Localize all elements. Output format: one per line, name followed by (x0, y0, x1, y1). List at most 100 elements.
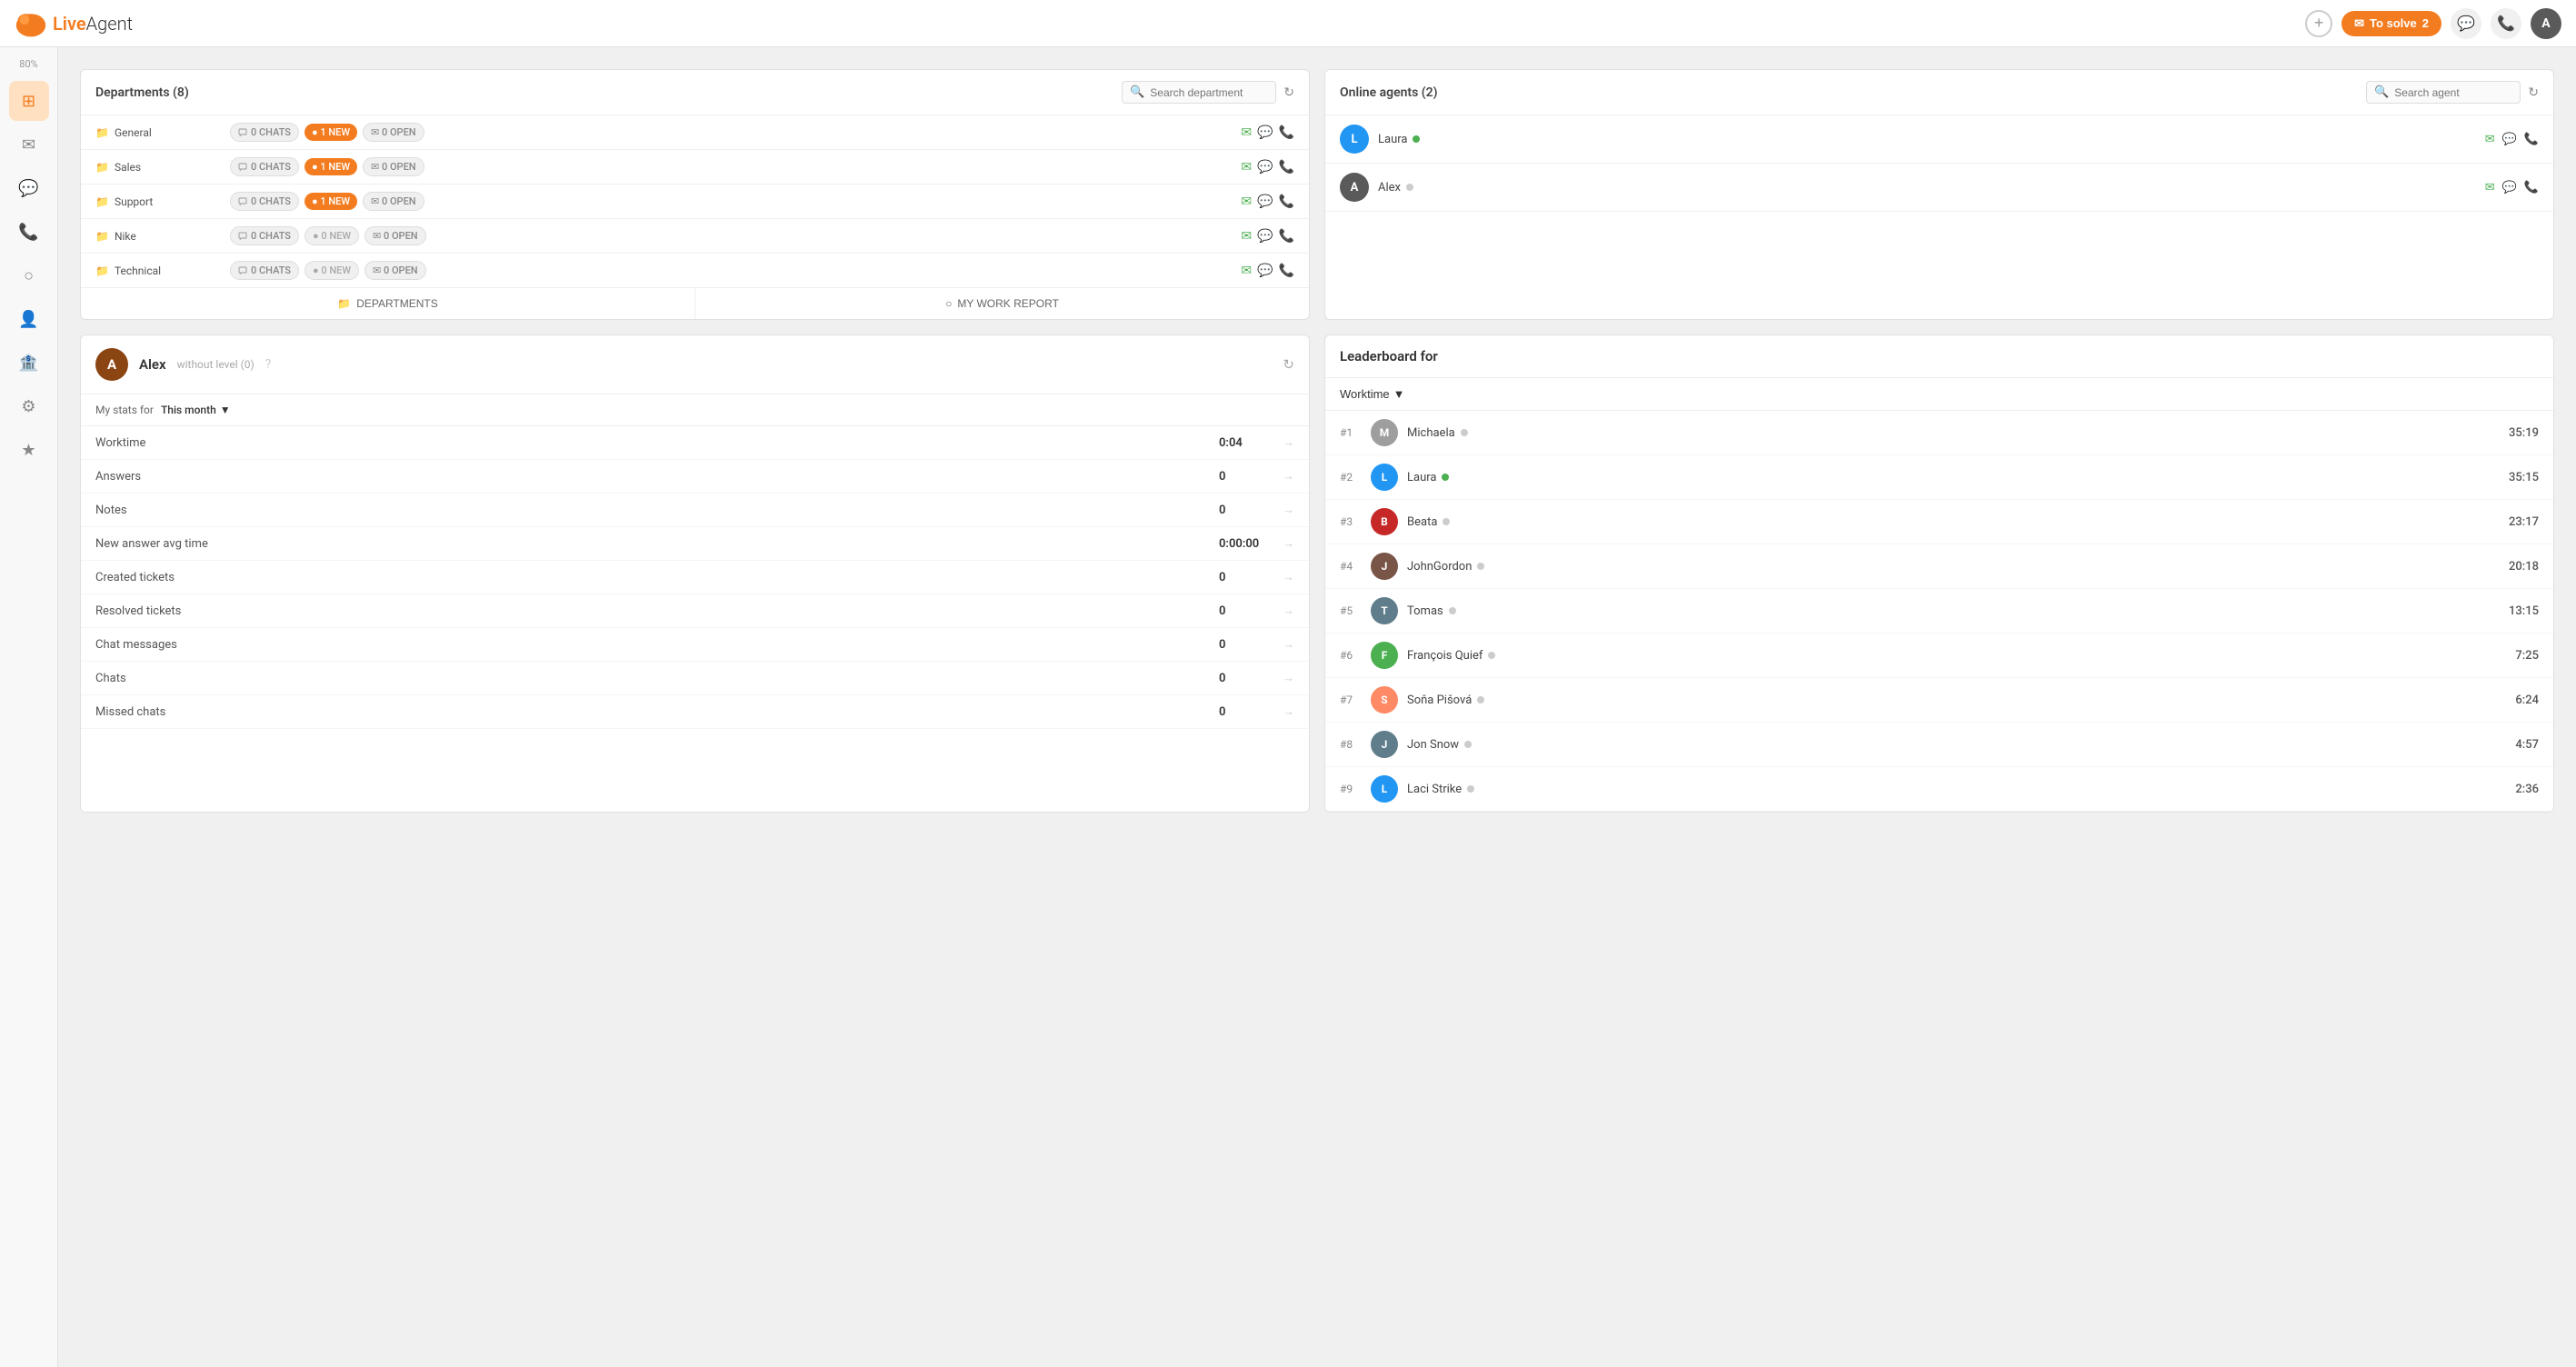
chat-action-icon[interactable]: 💬 (1257, 229, 1273, 244)
stat-value: 0:00:00 (1219, 537, 1273, 551)
sidebar-item-email[interactable]: ✉ (9, 125, 49, 165)
leaderboard-name: Jon Snow (1407, 738, 2506, 752)
open-badge: ✉ 0 OPEN (363, 192, 424, 211)
departments-footer: 📁 DEPARTMENTS ○ MY WORK REPORT (81, 287, 1309, 319)
stat-label: Answers (95, 470, 1219, 484)
leaderboard-avatar: J (1371, 731, 1398, 758)
agent-row[interactable]: A Alex ✉ 💬 📞 (1325, 164, 2553, 212)
agent-phone-icon[interactable]: 📞 (2524, 133, 2539, 146)
folder-icon: 📁 (95, 195, 109, 208)
sidebar-item-contacts[interactable]: 👤 (9, 299, 49, 339)
tosolve-label: To solve (2370, 16, 2417, 30)
agent-email-icon[interactable]: ✉ (2485, 133, 2495, 146)
agent-name: Alex (1378, 181, 2476, 195)
departments-footer-right-label: MY WORK REPORT (957, 297, 1059, 310)
chat-action-icon[interactable]: 💬 (1257, 264, 1273, 278)
sidebar-item-plugin[interactable]: ★ (9, 430, 49, 470)
sidebar-item-settings[interactable]: ⚙ (9, 386, 49, 426)
sidebar-item-dashboard[interactable]: ⊞ (9, 81, 49, 121)
stats-level: without level (0) (177, 358, 255, 371)
stat-row[interactable]: Worktime 0:04 → (81, 426, 1309, 460)
department-row[interactable]: 📁 Support 0 CHATS ● 1 NEW ✉ 0 OPEN ✉ 💬 📞 (81, 185, 1309, 219)
leaderboard-time: 6:24 (2515, 693, 2539, 707)
phone-action-icon[interactable]: 📞 (1279, 160, 1294, 175)
chat-action-icon[interactable]: 💬 (1257, 160, 1273, 175)
sidebar-item-chat[interactable]: 💬 (9, 168, 49, 208)
email-action-icon[interactable]: ✉ (1241, 160, 1252, 175)
stat-value: 0 (1219, 571, 1273, 584)
stat-row[interactable]: Missed chats 0 → (81, 695, 1309, 729)
agent-chat-icon[interactable]: 💬 (2502, 181, 2517, 195)
offline-dot (1464, 741, 1472, 748)
online-indicator (1413, 135, 1420, 143)
online-dot (1442, 474, 1449, 481)
main-content: Departments (8) 🔍 ↻ 📁 General 0 CHATS ● … (58, 47, 2576, 834)
chat-icon-button[interactable]: 💬 (2451, 8, 2481, 39)
department-row[interactable]: 📁 General 0 CHATS ● 1 NEW ✉ 0 OPEN ✉ 💬 📞 (81, 115, 1309, 150)
departments-footer-left-button[interactable]: 📁 DEPARTMENTS (81, 288, 695, 319)
folder-icon: 📁 (95, 264, 109, 277)
department-search-input[interactable] (1150, 86, 1268, 99)
offline-dot (1477, 563, 1484, 570)
phone-action-icon[interactable]: 📞 (1279, 264, 1294, 278)
stat-value: 0 (1219, 470, 1273, 484)
tosolve-button[interactable]: ✉ To solve 2 (2341, 11, 2441, 36)
user-avatar-button[interactable]: A (2531, 8, 2561, 39)
departments-refresh-button[interactable]: ↻ (1283, 85, 1294, 100)
report-icon: ○ (945, 297, 952, 310)
agent-action-icons: ✉ 💬 📞 (2485, 181, 2539, 195)
add-button[interactable]: + (2305, 10, 2332, 37)
departments-panel: Departments (8) 🔍 ↻ 📁 General 0 CHATS ● … (80, 69, 1310, 320)
leaderboard-time: 13:15 (2509, 604, 2539, 618)
sidebar-item-reports[interactable]: ○ (9, 255, 49, 295)
email-action-icon[interactable]: ✉ (1241, 229, 1252, 244)
stat-row[interactable]: Chats 0 → (81, 662, 1309, 695)
agent-search-box[interactable]: 🔍 (2366, 81, 2521, 104)
phone-action-icon[interactable]: 📞 (1279, 195, 1294, 209)
stat-label: Chat messages (95, 638, 1219, 652)
department-row[interactable]: 📁 Technical 0 CHATS ● 0 NEW ✉ 0 OPEN ✉ 💬… (81, 254, 1309, 287)
department-search-box[interactable]: 🔍 (1122, 81, 1276, 104)
agent-email-icon[interactable]: ✉ (2485, 181, 2495, 195)
stats-period-selector[interactable]: This month ▼ (161, 404, 231, 416)
arrow-right-icon: → (1283, 704, 1294, 719)
phone-action-icon[interactable]: 📞 (1279, 229, 1294, 244)
leaderboard-row: #7 S Soňa Pišová 6:24 (1325, 678, 2553, 723)
email-action-icon[interactable]: ✉ (1241, 125, 1252, 140)
stat-row[interactable]: Created tickets 0 → (81, 561, 1309, 594)
chat-action-icon[interactable]: 💬 (1257, 195, 1273, 209)
phone-action-icon[interactable]: 📞 (1279, 125, 1294, 140)
agents-list: L Laura ✉ 💬 📞 A Alex ✉ 💬 📞 (1325, 115, 2553, 212)
arrow-right-icon: → (1283, 469, 1294, 484)
email-action-icon[interactable]: ✉ (1241, 195, 1252, 209)
stat-row[interactable]: Chat messages 0 → (81, 628, 1309, 662)
sidebar-item-bank[interactable]: 🏦 (9, 343, 49, 383)
stat-row[interactable]: Notes 0 → (81, 494, 1309, 527)
envelope-icon: ✉ (2354, 16, 2364, 31)
stats-refresh-button[interactable]: ↻ (1283, 356, 1294, 373)
agent-row[interactable]: L Laura ✉ 💬 📞 (1325, 115, 2553, 164)
department-row[interactable]: 📁 Nike 0 CHATS ● 0 NEW ✉ 0 OPEN ✉ 💬 📞 (81, 219, 1309, 254)
leaderboard-filter-button[interactable]: Worktime ▼ (1340, 387, 1405, 401)
agents-refresh-button[interactable]: ↻ (2528, 85, 2539, 100)
stat-row[interactable]: Answers 0 → (81, 460, 1309, 494)
chat-action-icon[interactable]: 💬 (1257, 125, 1273, 140)
stat-row[interactable]: Resolved tickets 0 → (81, 594, 1309, 628)
agent-chat-icon[interactable]: 💬 (2502, 133, 2517, 146)
new-badge: ● 1 NEW (305, 193, 357, 210)
logo[interactable]: LiveAgent (15, 7, 133, 40)
online-agents-panel: Online agents (2) 🔍 ↻ L Laura ✉ 💬 📞 A Al… (1324, 69, 2554, 320)
phone-icon-button[interactable]: 📞 (2491, 8, 2521, 39)
department-actions: ✉ 💬 📞 (1241, 229, 1294, 244)
stat-row[interactable]: New answer avg time 0:00:00 → (81, 527, 1309, 561)
agent-search-input[interactable] (2394, 86, 2512, 99)
help-icon[interactable]: ? (265, 357, 272, 372)
arrow-right-icon: → (1283, 570, 1294, 584)
stat-label: New answer avg time (95, 537, 1219, 551)
agent-phone-icon[interactable]: 📞 (2524, 181, 2539, 195)
email-action-icon[interactable]: ✉ (1241, 264, 1252, 278)
logo-icon (15, 7, 47, 40)
departments-footer-right-button[interactable]: ○ MY WORK REPORT (695, 288, 1309, 319)
department-row[interactable]: 📁 Sales 0 CHATS ● 1 NEW ✉ 0 OPEN ✉ 💬 📞 (81, 150, 1309, 185)
sidebar-item-call[interactable]: 📞 (9, 212, 49, 252)
